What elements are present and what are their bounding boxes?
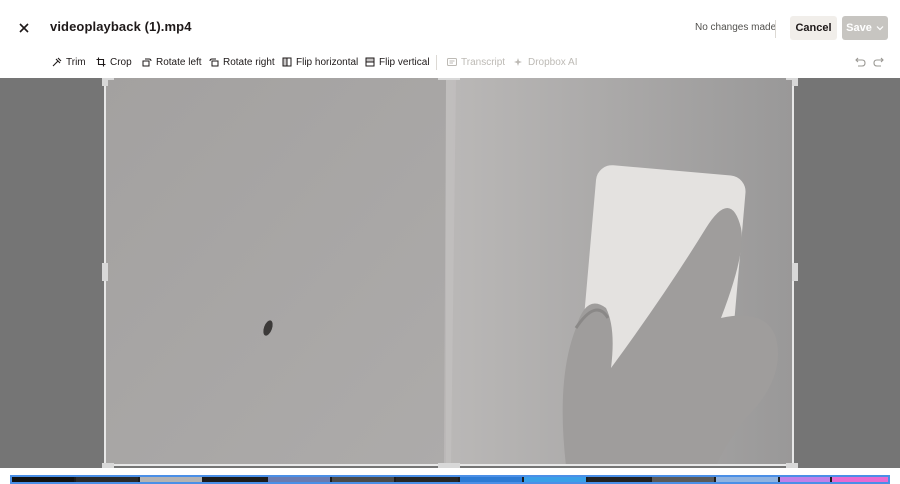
crop-handle-bottom-right[interactable] — [786, 463, 798, 468]
close-button[interactable] — [12, 16, 36, 40]
filmstrip-frame — [716, 477, 778, 482]
filmstrip-frame — [204, 477, 266, 482]
crop-frame[interactable] — [104, 78, 794, 466]
filmstrip-frame — [780, 477, 830, 482]
crop-handle-bottom-left[interactable] — [102, 463, 114, 468]
filmstrip-frame — [12, 477, 74, 482]
crop-handle-left[interactable] — [102, 263, 108, 281]
timeline-filmstrip[interactable] — [10, 475, 890, 484]
trim-button[interactable]: Trim — [52, 50, 86, 74]
rotate-left-button[interactable]: Rotate left — [142, 50, 202, 74]
save-status: No changes made — [695, 22, 777, 33]
save-label: Save — [846, 22, 872, 34]
trim-label: Trim — [66, 56, 86, 68]
crop-handle-top-left-v[interactable] — [102, 78, 108, 86]
undo-icon[interactable] — [853, 55, 867, 69]
filmstrip-frame — [140, 477, 202, 482]
crop-handle-top-right-v[interactable] — [792, 78, 798, 86]
toolbar-divider — [436, 55, 437, 70]
trim-icon — [52, 57, 62, 67]
crop-handle-right[interactable] — [792, 263, 798, 281]
edit-toolbar: Trim Crop Rotate left Rotate right Flip … — [0, 50, 900, 78]
rotate-right-icon — [209, 58, 219, 67]
filmstrip-frame — [460, 477, 522, 482]
filmstrip-frame — [268, 477, 330, 482]
crop-label: Crop — [110, 56, 132, 68]
flip-vertical-button[interactable]: Flip vertical — [365, 50, 430, 74]
flip-vertical-label: Flip vertical — [379, 56, 430, 68]
sparkle-icon — [514, 58, 522, 66]
transcript-button[interactable]: Transcript — [447, 50, 505, 74]
file-title: videoplayback (1).mp4 — [50, 19, 192, 34]
flip-horizontal-label: Flip horizontal — [296, 56, 359, 68]
flip-vertical-icon — [365, 57, 375, 67]
crop-handle-bottom[interactable] — [438, 463, 460, 468]
crop-icon — [96, 57, 106, 67]
transcript-icon — [447, 58, 457, 66]
filmstrip-frame — [76, 477, 138, 482]
close-icon — [19, 23, 29, 33]
save-button[interactable]: Save — [842, 16, 888, 40]
filmstrip-frame — [332, 477, 394, 482]
transcript-label: Transcript — [461, 56, 506, 68]
chevron-down-icon — [876, 26, 884, 31]
redo-icon[interactable] — [872, 55, 886, 69]
filmstrip-frame — [524, 477, 586, 482]
flip-horizontal-icon — [282, 57, 292, 67]
header-divider — [775, 20, 776, 38]
rotate-right-label: Rotate right — [223, 56, 275, 68]
crop-handle-top[interactable] — [438, 78, 460, 80]
rotate-right-button[interactable]: Rotate right — [209, 50, 275, 74]
rotate-left-label: Rotate left — [156, 56, 202, 68]
filmstrip-frame — [832, 477, 888, 482]
dropbox-ai-label: Dropbox AI — [528, 56, 578, 68]
rotate-left-icon — [142, 58, 152, 67]
filmstrip-frame — [588, 477, 650, 482]
dropbox-ai-button[interactable]: Dropbox AI — [514, 50, 577, 74]
flip-horizontal-button[interactable]: Flip horizontal — [282, 50, 358, 74]
filmstrip-frame — [652, 477, 714, 482]
video-canvas — [0, 78, 900, 468]
cancel-button[interactable]: Cancel — [790, 16, 837, 40]
filmstrip-frame — [396, 477, 458, 482]
crop-button[interactable]: Crop — [96, 50, 132, 74]
editor-header: videoplayback (1).mp4 No changes made Ca… — [0, 0, 900, 56]
